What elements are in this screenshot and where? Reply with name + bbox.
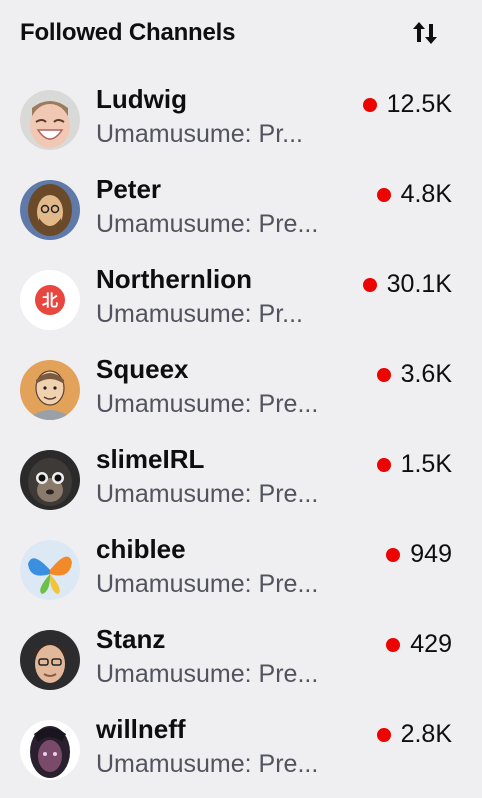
viewer-count-text: 4.8K [400,180,452,208]
channel-game: Umamusume: Pre... [96,750,319,778]
willneff-avatar[interactable] [20,720,80,780]
live-indicator-icon [362,97,377,112]
viewer-count-text: 3.6K [400,360,452,388]
channel-game: Umamusume: Pre... [96,570,319,598]
channel-item-squeex[interactable]: Squeex Umamusume: Pre... 3.6K [0,344,482,434]
channel-game: Umamusume: Pre... [96,390,319,418]
squeex-avatar[interactable] [20,360,80,420]
channel-item-ludwig[interactable]: Ludwig Umamusume: Pr... 12.5K [0,74,482,164]
viewer-count: 949 [386,540,452,569]
viewer-count-text: 429 [410,630,452,658]
live-indicator-icon [376,457,391,472]
channel-item-stanz[interactable]: Stanz Umamusume: Pre... 429 [0,614,482,704]
channel-item-slimeirl[interactable]: slimeIRL Umamusume: Pre... 1.5K [0,434,482,524]
followed-channels-panel: Followed Channels Ludwig Umamusume: Pr..… [0,0,482,798]
viewer-count: 429 [386,630,452,659]
channel-game: Umamusume: Pre... [96,210,319,238]
panel-title: Followed Channels [20,19,236,46]
chiblee-avatar[interactable] [20,540,80,600]
live-indicator-icon [376,187,391,202]
channel-game: Umamusume: Pr... [96,300,303,328]
live-indicator-icon [386,637,401,652]
stanz-avatar[interactable] [20,630,80,690]
channel-game: Umamusume: Pre... [96,480,319,508]
channel-game: Umamusume: Pr... [96,120,303,148]
channel-name: Stanz [96,624,166,654]
viewer-count-text: 12.5K [386,90,452,118]
channel-name: Peter [96,174,162,204]
channel-name: willneff [96,714,186,744]
channel-name: Northernlion [96,264,252,294]
live-indicator-icon [386,547,401,562]
viewer-count: 4.8K [376,180,452,209]
live-indicator-icon [376,727,391,742]
sort-arrows-icon [413,22,437,44]
viewer-count: 30.1K [362,270,452,299]
live-indicator-icon [362,277,377,292]
channel-item-peter[interactable]: Peter Umamusume: Pre... 4.8K [0,164,482,254]
viewer-count-text: 949 [410,540,452,568]
viewer-count: 12.5K [362,90,452,119]
live-indicator-icon [376,367,391,382]
viewer-count-text: 2.8K [400,720,452,748]
viewer-count: 3.6K [376,360,452,389]
channel-list: Ludwig Umamusume: Pr... 12.5K Peter Umam… [0,74,482,794]
slimeirl-avatar[interactable] [20,450,80,510]
peter-avatar[interactable] [20,180,80,240]
followed-channels-header: Followed Channels [20,14,450,52]
channel-item-chiblee[interactable]: chiblee Umamusume: Pre... 949 [0,524,482,614]
channel-name: Squeex [96,354,189,384]
channel-game: Umamusume: Pre... [96,660,319,688]
channel-item-northernlion[interactable]: 北 Northernlion Umamusume: Pr... 30.1K [0,254,482,344]
channel-item-willneff[interactable]: willneff Umamusume: Pre... 2.8K [0,704,482,794]
northernlion-avatar[interactable]: 北 [20,270,80,330]
sort-button[interactable] [406,14,444,52]
channel-name: Ludwig [96,84,187,114]
channel-name: slimeIRL [96,444,205,474]
ludwig-avatar[interactable] [20,90,80,150]
viewer-count: 1.5K [376,450,452,479]
viewer-count-text: 1.5K [400,450,452,478]
channel-name: chiblee [96,534,186,564]
viewer-count: 2.8K [376,720,452,749]
svg-text:北: 北 [42,291,58,310]
viewer-count-text: 30.1K [386,270,452,298]
